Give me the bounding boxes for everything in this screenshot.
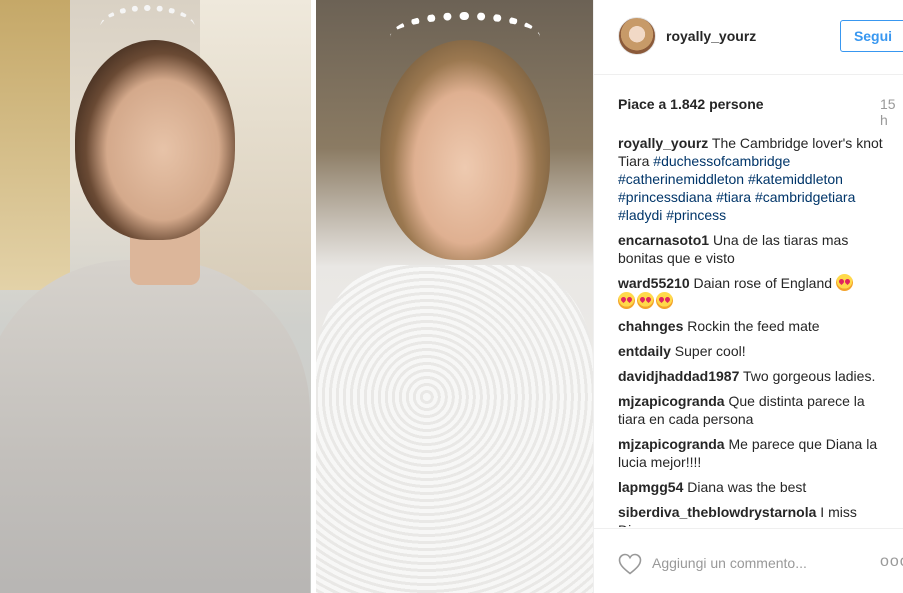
list-item: mjzapicogranda Me parece que Diana la lu… [618, 435, 888, 471]
comment-text: Rockin the feed mate [687, 318, 820, 334]
hashtag-link[interactable]: #catherinemiddleton [618, 171, 744, 187]
heart-eyes-emoji-icon [637, 292, 654, 309]
comment-username[interactable]: ward55210 [618, 275, 690, 291]
post-header: royally_yourz Segui [594, 0, 903, 75]
comment-username[interactable]: siberdiva_theblowdrystarnola [618, 504, 816, 520]
post-info-panel: royally_yourz Segui Piace a 1.842 person… [593, 0, 903, 593]
tiara [100, 5, 195, 50]
background-frame [0, 0, 70, 290]
comment-text: Daian rose of England [693, 275, 833, 291]
more-options-icon[interactable]: ooo [880, 553, 903, 571]
comment-list[interactable]: royally_yourz The Cambridge lover's knot… [618, 134, 888, 527]
white-lace-dress [316, 265, 593, 593]
username-link[interactable]: royally_yourz [666, 28, 756, 44]
hashtag-link[interactable]: #ladydi [618, 207, 662, 223]
comment-username[interactable]: mjzapicogranda [618, 436, 725, 452]
photo-duchess-of-cambridge [0, 0, 311, 593]
heart-eyes-emoji-icon [618, 292, 635, 309]
comment-bar: ooo [594, 528, 903, 593]
list-item: davidjhaddad1987 Two gorgeous ladies. [618, 367, 888, 385]
comment-username[interactable]: mjzapicogranda [618, 393, 725, 409]
list-item: encarnasoto1 Una de las tiaras mas bonit… [618, 231, 888, 267]
comment-username[interactable]: lapmgg54 [618, 479, 683, 495]
avatar[interactable] [618, 17, 656, 55]
follow-button[interactable]: Segui [840, 20, 903, 52]
list-item: lapmgg54 Diana was the best [618, 478, 888, 496]
lace-dress [0, 260, 310, 593]
comment-username[interactable]: chahnges [618, 318, 683, 334]
caption: royally_yourz The Cambridge lover's knot… [618, 134, 888, 224]
comment-username[interactable]: davidjhaddad1987 [618, 368, 739, 384]
list-item: chahnges Rockin the feed mate [618, 317, 888, 335]
comment-text: Super cool! [674, 343, 746, 359]
comment-text: Two gorgeous ladies. [743, 368, 876, 384]
head-with-hair [75, 40, 235, 240]
comment-username[interactable]: encarnasoto1 [618, 232, 709, 248]
likes-count[interactable]: Piace a 1.842 persone [618, 96, 764, 112]
list-item: mjzapicogranda Que distinta parece la ti… [618, 392, 888, 428]
list-item: ward55210 Daian rose of England [618, 274, 888, 310]
hashtag-link[interactable]: #tiara [716, 189, 751, 205]
caption-username[interactable]: royally_yourz [618, 135, 708, 151]
post-image[interactable] [0, 0, 593, 593]
comment-username[interactable]: entdaily [618, 343, 671, 359]
hashtag-link[interactable]: #katemiddleton [748, 171, 843, 187]
heart-eyes-emoji-icon [835, 274, 853, 291]
tiara [390, 12, 540, 62]
head-with-hair [380, 40, 550, 260]
heart-icon[interactable] [618, 553, 642, 575]
post-timestamp[interactable]: 15 h [880, 96, 903, 128]
likes-row: Piace a 1.842 persone 15 h [618, 96, 903, 128]
hashtag-link[interactable]: #princessdiana [618, 189, 712, 205]
comment-text: Diana was the best [687, 479, 807, 495]
heart-eyes-emoji-icon [656, 292, 673, 309]
comment-input[interactable] [652, 547, 852, 579]
hashtag-link[interactable]: #princess [666, 207, 726, 223]
list-item: siberdiva_theblowdrystarnola I miss Dian… [618, 503, 888, 527]
hashtag-link[interactable]: #cambridgetiara [755, 189, 855, 205]
hashtag-link[interactable]: #duchessofcambridge [653, 153, 790, 169]
list-item: entdaily Super cool! [618, 342, 888, 360]
